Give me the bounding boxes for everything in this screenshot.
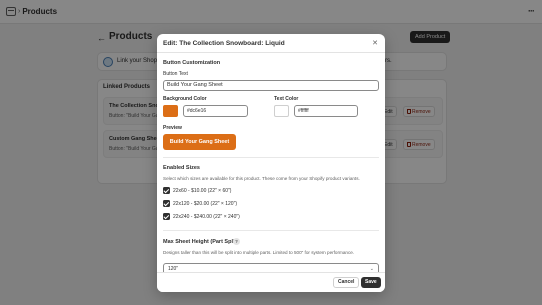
enabled-sizes-help: Select which sizes are available for thi… — [163, 176, 360, 181]
background-color-input[interactable]: #dc6e16 — [183, 105, 248, 117]
background-color-label: Background Color — [163, 96, 207, 102]
max-sheet-height-help: Designs taller than this will be split i… — [163, 250, 355, 255]
button-customization-title: Button Customization — [163, 60, 221, 66]
cancel-button[interactable]: Cancel — [333, 277, 360, 288]
max-sheet-height-select[interactable]: 120" ⌄ — [163, 263, 379, 272]
section-divider — [163, 230, 379, 231]
button-text-label: Button Text — [163, 71, 188, 77]
preview-label: Preview — [163, 125, 182, 131]
modal-header: Edit: The Collection Snowboard: Liquid ✕ — [157, 34, 385, 53]
size-checkbox[interactable] — [163, 213, 170, 220]
size-checkbox[interactable] — [163, 187, 170, 194]
button-text-input[interactable]: Build Your Gang Sheet — [163, 80, 379, 91]
modal-body: Button Customization Button Text Build Y… — [157, 53, 385, 272]
text-color-swatch[interactable] — [274, 105, 289, 117]
modal-title: Edit: The Collection Snowboard: Liquid — [163, 40, 285, 47]
close-icon[interactable]: ✕ — [372, 39, 378, 47]
size-label: 22x60 - $10.00 (22" × 60") — [173, 188, 232, 194]
help-icon[interactable]: ? — [233, 238, 240, 245]
section-divider — [163, 157, 379, 158]
edit-product-modal: Edit: The Collection Snowboard: Liquid ✕… — [157, 34, 385, 292]
size-label: 22x120 - $20.00 (22" × 120") — [173, 201, 238, 207]
preview-button: Build Your Gang Sheet — [163, 134, 236, 150]
size-checkbox[interactable] — [163, 200, 170, 207]
background-color-swatch[interactable] — [163, 105, 178, 117]
text-color-label: Text Color — [274, 96, 299, 102]
text-color-input[interactable]: #ffffff — [294, 105, 358, 117]
chevron-down-icon: ⌄ — [369, 266, 374, 272]
modal-footer: Cancel Save — [157, 272, 385, 292]
enabled-sizes-title: Enabled Sizes — [163, 165, 200, 171]
save-button[interactable]: Save — [361, 277, 381, 288]
max-sheet-height-title: Max Sheet Height (Part Split) — [163, 239, 239, 245]
size-label: 22x240 - $240.00 (22" × 240") — [173, 214, 240, 220]
